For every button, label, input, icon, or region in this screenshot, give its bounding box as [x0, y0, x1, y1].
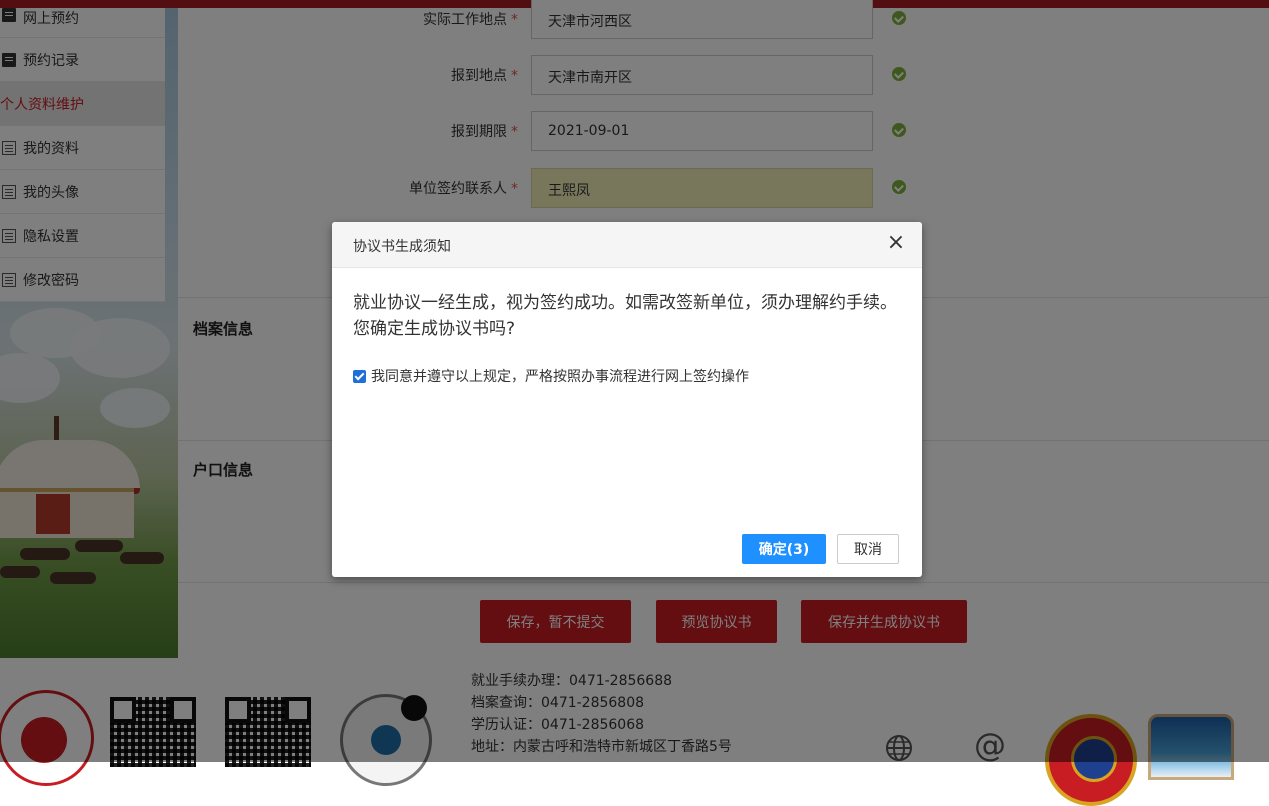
dialog-header: 协议书生成须知 ×: [332, 222, 922, 268]
dialog-title: 协议书生成须知: [353, 239, 451, 255]
agree-checkbox-row[interactable]: 我同意并遵守以上规定，严格按照办事流程进行网上签约操作: [353, 366, 749, 386]
confirm-button[interactable]: 确定(3): [742, 534, 826, 564]
cancel-button[interactable]: 取消: [837, 534, 899, 564]
close-icon[interactable]: ×: [886, 232, 906, 254]
agree-checkbox[interactable]: [353, 369, 366, 383]
agreement-notice-dialog: 协议书生成须知 × 就业协议一经生成，视为签约成功。如需改签新单位，须办理解约手…: [332, 222, 922, 577]
dialog-message: 就业协议一经生成，视为签约成功。如需改签新单位，须办理解约手续。您确定生成协议书…: [353, 293, 897, 339]
agree-label[interactable]: 我同意并遵守以上规定，严格按照办事流程进行网上签约操作: [371, 366, 749, 386]
